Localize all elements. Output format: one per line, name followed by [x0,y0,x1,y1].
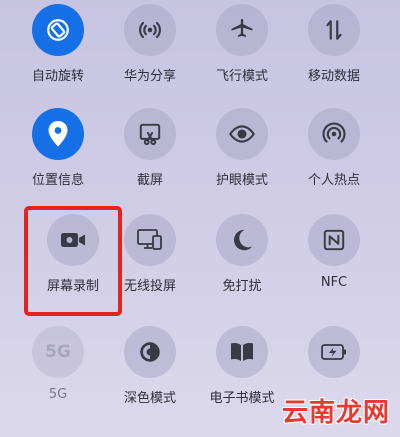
ebook-icon [231,343,253,361]
screenshot-button[interactable] [124,108,176,160]
nfc-button[interactable] [308,214,360,266]
mobile-data-button[interactable] [308,4,360,56]
tile-label: 移动数据 [307,69,360,84]
location-icon [48,121,68,147]
mobile-data-icon [326,20,342,40]
tile-label: 个人热点 [307,173,360,188]
5g-button[interactable]: 5G [32,326,84,378]
tile-auto-rotate[interactable]: 自动旋转 [12,4,104,100]
tile-label: 位置信息 [31,173,84,188]
huawei-share-icon [139,21,161,39]
tile-label: NFC [320,275,348,290]
tile-label: 无线投屏 [123,279,176,294]
hotspot-icon [322,122,346,143]
ebook-mode-button[interactable] [216,326,268,378]
screenshot-icon [139,123,161,146]
dark-mode-button[interactable] [124,326,176,378]
tile-ebook-mode[interactable]: 电子书模式 [196,326,288,422]
tile-label: 飞行模式 [215,69,268,84]
watermark: 云南龙网 [281,398,390,428]
hotspot-button[interactable] [308,108,360,160]
tile-label: 自动旋转 [31,69,84,84]
tile-label: 华为分享 [123,69,176,84]
tile-label: 免打扰 [222,279,262,294]
airplane-mode-button[interactable] [216,4,268,56]
eye-comfort-button[interactable] [216,108,268,160]
location-button[interactable] [32,108,84,160]
tile-do-not-disturb[interactable]: 免打扰 [196,214,288,310]
do-not-disturb-button[interactable] [216,214,268,266]
tile-hotspot[interactable]: 个人热点 [288,108,380,204]
5g-icon: 5G [45,342,71,362]
nfc-icon [323,229,345,251]
auto-rotate-icon [47,19,69,41]
tile-screenshot[interactable]: 截屏 [104,108,196,204]
wireless-projection-icon [137,229,162,250]
tile-huawei-share[interactable]: 华为分享 [104,4,196,100]
tile-5g[interactable]: 5G 5G [12,326,104,422]
huawei-share-button[interactable] [124,4,176,56]
tile-label: 5G [48,387,68,402]
tile-label: 电子书模式 [209,391,275,406]
tile-location[interactable]: 位置信息 [12,108,104,204]
moon-icon [234,229,253,251]
dark-mode-icon [140,342,160,362]
wireless-projection-button[interactable] [124,214,176,266]
tile-mobile-data[interactable]: 移动数据 [288,4,380,100]
battery-saver-icon [321,344,346,360]
eye-icon [229,125,255,143]
tile-eye-comfort[interactable]: 护眼模式 [196,108,288,204]
tile-label: 护眼模式 [215,173,268,188]
tile-label: 截屏 [136,173,163,188]
battery-saver-button[interactable] [308,326,360,378]
tile-label: 深色模式 [123,391,176,406]
tile-nfc[interactable]: NFC [288,214,380,310]
airplane-icon [231,18,253,37]
highlight-box [24,206,122,316]
tile-airplane-mode[interactable]: 飞行模式 [196,4,288,100]
auto-rotate-button[interactable] [32,4,84,56]
tile-dark-mode[interactable]: 深色模式 [104,326,196,422]
